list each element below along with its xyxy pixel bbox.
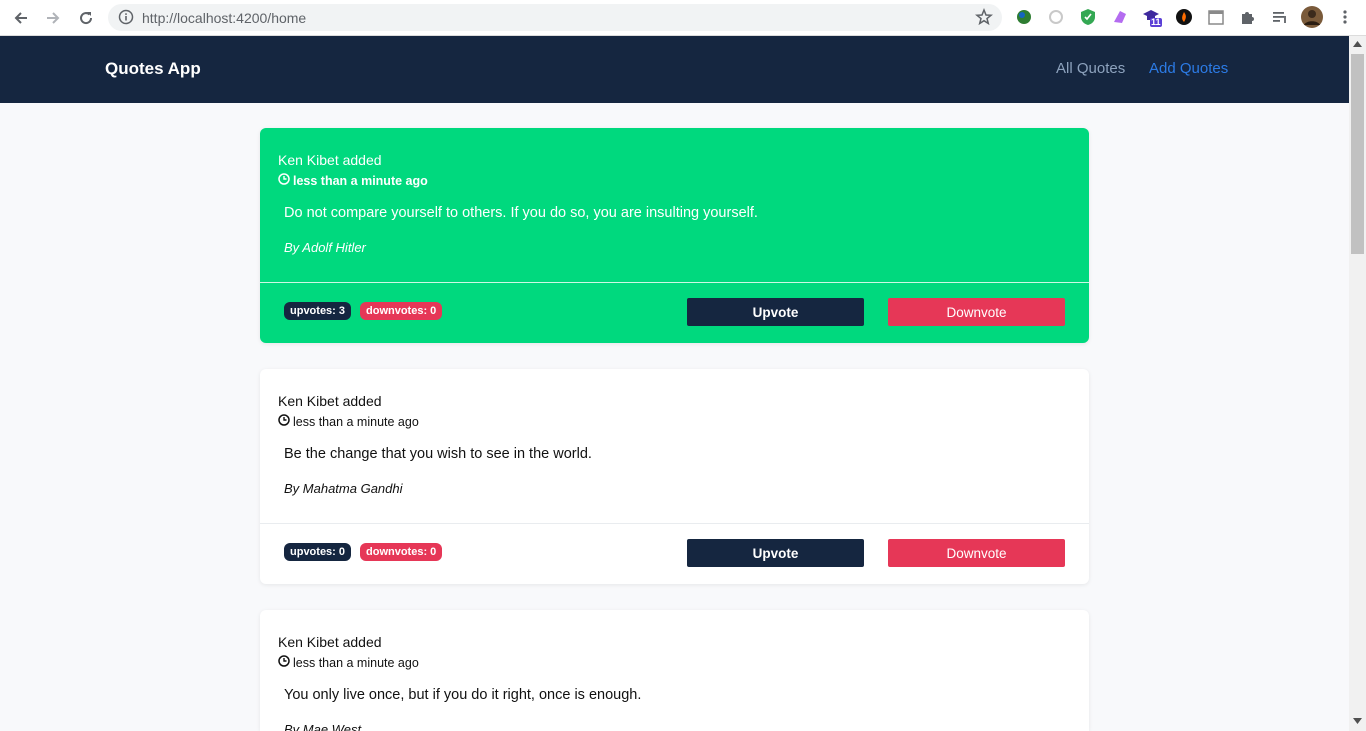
shield-icon[interactable]	[1078, 7, 1098, 27]
browser-toolbar: http://localhost:4200/home 11	[0, 0, 1366, 36]
quote-author: By Mae West	[284, 722, 362, 731]
quote-author: By Mahatma Gandhi	[284, 481, 403, 496]
card-divider	[260, 282, 1089, 283]
clock-icon	[278, 655, 290, 670]
forward-icon[interactable]	[42, 7, 64, 29]
graduation-cap-icon[interactable]: 11	[1142, 7, 1162, 27]
nav-link-all-quotes[interactable]: All Quotes	[1056, 60, 1125, 77]
quote-text: Do not compare yourself to others. If yo…	[284, 205, 758, 221]
extension-badge: 11	[1151, 17, 1161, 27]
quote-adder: Ken Kibet added	[278, 634, 382, 650]
quote-timestamp: less than a minute ago	[278, 173, 428, 188]
flame-extension-icon[interactable]	[1174, 7, 1194, 27]
quote-card: Ken Kibet added less than a minute ago D…	[260, 128, 1089, 343]
timestamp-text: less than a minute ago	[293, 173, 428, 188]
page-scrollbar[interactable]	[1349, 36, 1366, 731]
card-divider	[260, 523, 1089, 524]
timestamp-text: less than a minute ago	[293, 414, 419, 429]
quote-text: Be the change that you wish to see in th…	[284, 446, 592, 462]
reading-list-icon[interactable]	[1270, 7, 1290, 27]
calendar-extension-icon[interactable]	[1206, 7, 1226, 27]
upvote-button[interactable]: Upvote	[687, 298, 864, 326]
downvote-button[interactable]: Downvote	[888, 298, 1065, 326]
quote-adder: Ken Kibet added	[278, 152, 382, 168]
profile-avatar[interactable]	[1300, 5, 1324, 29]
scrollbar-thumb[interactable]	[1351, 54, 1364, 254]
scroll-down-arrow-icon[interactable]	[1353, 718, 1362, 725]
upvotes-badge: upvotes: 0	[284, 543, 352, 561]
url-text[interactable]: http://localhost:4200/home	[142, 10, 306, 26]
quote-timestamp: less than a minute ago	[278, 414, 419, 429]
quote-timestamp: less than a minute ago	[278, 655, 419, 670]
purple-extension-icon[interactable]	[1110, 7, 1130, 27]
quote-author: By Adolf Hitler	[284, 240, 366, 255]
clock-icon	[278, 414, 290, 429]
clock-icon	[278, 173, 290, 188]
quote-adder: Ken Kibet added	[278, 393, 382, 409]
reload-icon[interactable]	[75, 7, 97, 29]
bookmark-star-icon[interactable]	[975, 7, 993, 31]
scroll-up-arrow-icon[interactable]	[1353, 40, 1362, 47]
app-navbar: Quotes App All Quotes Add Quotes	[0, 36, 1349, 103]
back-icon[interactable]	[10, 7, 32, 29]
puzzle-icon[interactable]	[1238, 7, 1258, 27]
downvotes-badge: downvotes: 0	[360, 543, 443, 561]
quote-card: Ken Kibet added less than a minute ago Y…	[260, 610, 1089, 731]
brand-logo[interactable]: Quotes App	[105, 59, 201, 79]
quote-card: Ken Kibet added less than a minute ago B…	[260, 369, 1089, 584]
globe-extension-icon[interactable]	[1014, 7, 1034, 27]
address-bar[interactable]: http://localhost:4200/home	[108, 4, 1002, 31]
grey-extension-icon[interactable]	[1046, 7, 1066, 27]
timestamp-text: less than a minute ago	[293, 655, 419, 670]
info-icon[interactable]	[118, 9, 134, 30]
nav-link-add-quotes[interactable]: Add Quotes	[1149, 60, 1228, 77]
upvotes-badge: upvotes: 3	[284, 302, 352, 320]
downvote-button[interactable]: Downvote	[888, 539, 1065, 567]
downvotes-badge: downvotes: 0	[360, 302, 443, 320]
upvote-button[interactable]: Upvote	[687, 539, 864, 567]
quote-text: You only live once, but if you do it rig…	[284, 687, 642, 703]
more-menu-icon[interactable]	[1335, 7, 1355, 27]
